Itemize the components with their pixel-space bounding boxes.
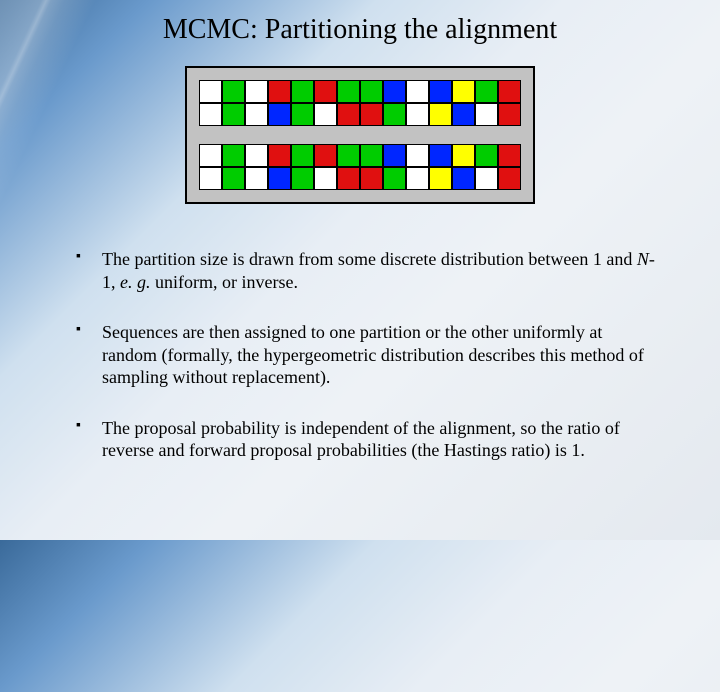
alignment-cell	[337, 144, 360, 167]
alignment-cell	[452, 167, 475, 190]
alignment-cell	[291, 80, 314, 103]
alignment-cell	[314, 144, 337, 167]
italic-eg: e. g.	[120, 272, 151, 292]
alignment-cell	[199, 144, 222, 167]
alignment-cell	[337, 80, 360, 103]
bullet-text: The partition size is drawn from some di…	[102, 249, 637, 269]
alignment-cell	[429, 103, 452, 126]
alignment-figure	[185, 66, 535, 204]
alignment-cell	[452, 144, 475, 167]
alignment-cell	[498, 80, 521, 103]
bullet-item-2: Sequences are then assigned to one parti…	[76, 321, 660, 389]
alignment-cell	[245, 80, 268, 103]
alignment-cell	[406, 103, 429, 126]
alignment-cell	[360, 167, 383, 190]
alignment-cell	[452, 103, 475, 126]
alignment-cell	[429, 167, 452, 190]
alignment-cell	[429, 144, 452, 167]
alignment-cell	[383, 80, 406, 103]
alignment-cell	[475, 80, 498, 103]
alignment-cell	[475, 144, 498, 167]
alignment-cell	[291, 103, 314, 126]
alignment-cell	[429, 80, 452, 103]
alignment-cell	[199, 80, 222, 103]
alignment-block-2	[199, 144, 521, 190]
alignment-cell	[291, 144, 314, 167]
italic-N: N	[637, 249, 649, 269]
alignment-cell	[199, 103, 222, 126]
alignment-cell	[245, 167, 268, 190]
alignment-row	[199, 144, 521, 167]
bullet-text: Sequences are then assigned to one parti…	[102, 322, 644, 387]
alignment-cell	[360, 144, 383, 167]
alignment-cell	[268, 103, 291, 126]
alignment-cell	[383, 103, 406, 126]
alignment-cell	[475, 103, 498, 126]
alignment-cell	[268, 144, 291, 167]
bullet-text: The proposal probability is independent …	[102, 418, 620, 461]
alignment-cell	[498, 144, 521, 167]
alignment-cell	[268, 80, 291, 103]
alignment-cell	[406, 80, 429, 103]
alignment-cell	[406, 167, 429, 190]
alignment-cell	[383, 167, 406, 190]
alignment-cell	[314, 80, 337, 103]
alignment-cell	[245, 103, 268, 126]
alignment-cell	[199, 167, 222, 190]
alignment-cell	[222, 103, 245, 126]
bullet-text: uniform, or inverse.	[151, 272, 298, 292]
alignment-cell	[452, 80, 475, 103]
alignment-row	[199, 167, 521, 190]
alignment-cell	[245, 144, 268, 167]
alignment-cell	[360, 103, 383, 126]
alignment-cell	[475, 167, 498, 190]
alignment-cell	[498, 167, 521, 190]
alignment-cell	[383, 144, 406, 167]
alignment-cell	[222, 80, 245, 103]
alignment-cell	[337, 103, 360, 126]
alignment-cell	[337, 167, 360, 190]
alignment-cell	[498, 103, 521, 126]
alignment-cell	[406, 144, 429, 167]
alignment-row	[199, 103, 521, 126]
alignment-cell	[360, 80, 383, 103]
alignment-cell	[268, 167, 291, 190]
alignment-cell	[314, 103, 337, 126]
alignment-cell	[222, 167, 245, 190]
alignment-cell	[314, 167, 337, 190]
page-title: MCMC: Partitioning the alignment	[0, 14, 720, 46]
alignment-cell	[291, 167, 314, 190]
alignment-block-1	[199, 80, 521, 126]
alignment-cell	[222, 144, 245, 167]
bullet-list: The partition size is drawn from some di…	[76, 248, 660, 490]
bullet-item-3: The proposal probability is independent …	[76, 417, 660, 462]
alignment-row	[199, 80, 521, 103]
bullet-item-1: The partition size is drawn from some di…	[76, 248, 660, 293]
